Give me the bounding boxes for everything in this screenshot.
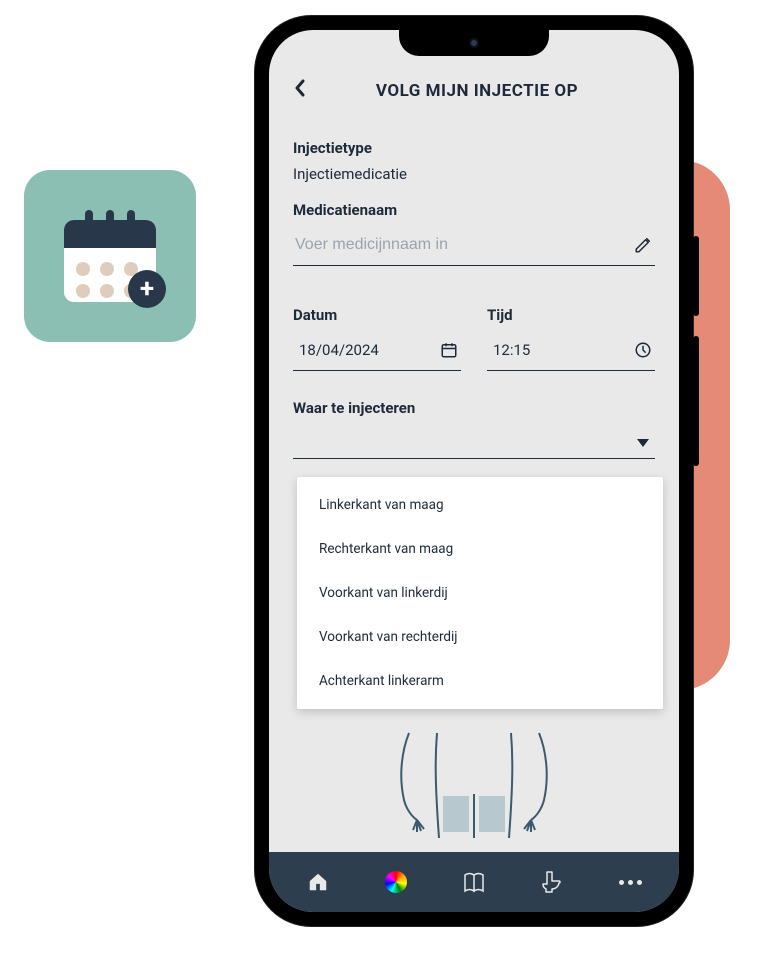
- injection-location-label: Waar te injecteren: [293, 399, 655, 417]
- bottom-nav: [269, 852, 679, 912]
- nav-book-icon[interactable]: [459, 867, 489, 897]
- nav-home-icon[interactable]: [303, 867, 333, 897]
- dropdown-item[interactable]: Rechterkant van maag: [297, 527, 663, 571]
- calendar-card: +: [24, 170, 196, 342]
- dropdown-item[interactable]: Linkerkant van maag: [297, 483, 663, 527]
- medication-name-label: Medicatienaam: [293, 201, 655, 219]
- page-title: VOLG MIJN INJECTIE OP: [321, 81, 633, 101]
- time-column: Tijd 12:15: [487, 288, 655, 371]
- nav-more-icon[interactable]: [615, 867, 645, 897]
- time-label: Tijd: [487, 306, 655, 324]
- medication-name-field[interactable]: [293, 227, 655, 266]
- dropdown-item[interactable]: Voorkant van rechterdij: [297, 615, 663, 659]
- phone-screen: VOLG MIJN INJECTIE OP Injectietype Injec…: [269, 30, 679, 912]
- injection-location-section: Waar te injecteren Linkerkant van maag R…: [293, 399, 655, 459]
- calendar-icon[interactable]: [439, 340, 459, 360]
- clock-icon[interactable]: [633, 340, 653, 360]
- date-column: Datum 18/04/2024: [293, 288, 461, 371]
- edit-icon[interactable]: [633, 235, 653, 255]
- datetime-row: Datum 18/04/2024 Tijd 12:15: [293, 288, 655, 371]
- dropdown-item[interactable]: Voorkant van linkerdij: [297, 571, 663, 615]
- injection-location-dropdown: Linkerkant van maag Rechterkant van maag…: [297, 477, 663, 709]
- body-illustration: [389, 728, 559, 838]
- injection-type-value: Injectiemedicatie: [293, 165, 655, 183]
- phone-frame: VOLG MIJN INJECTIE OP Injectietype Injec…: [255, 16, 693, 926]
- back-button[interactable]: [293, 78, 307, 103]
- chevron-down-icon: [637, 439, 649, 447]
- time-value: 12:15: [493, 341, 625, 359]
- time-field[interactable]: 12:15: [487, 332, 655, 371]
- date-value: 18/04/2024: [299, 341, 431, 359]
- nav-toilet-icon[interactable]: [537, 867, 567, 897]
- injection-location-select[interactable]: [293, 427, 655, 459]
- dropdown-item[interactable]: Achterkant linkerarm: [297, 659, 663, 703]
- app-content: VOLG MIJN INJECTIE OP Injectietype Injec…: [269, 30, 679, 912]
- nav-color-icon[interactable]: [381, 867, 411, 897]
- date-label: Datum: [293, 306, 461, 324]
- app-header: VOLG MIJN INJECTIE OP: [293, 70, 655, 121]
- date-field[interactable]: 18/04/2024: [293, 332, 461, 371]
- injection-type-label: Injectietype: [293, 139, 655, 157]
- medication-name-input[interactable]: [295, 236, 625, 254]
- calendar-plus-icon: +: [64, 210, 156, 302]
